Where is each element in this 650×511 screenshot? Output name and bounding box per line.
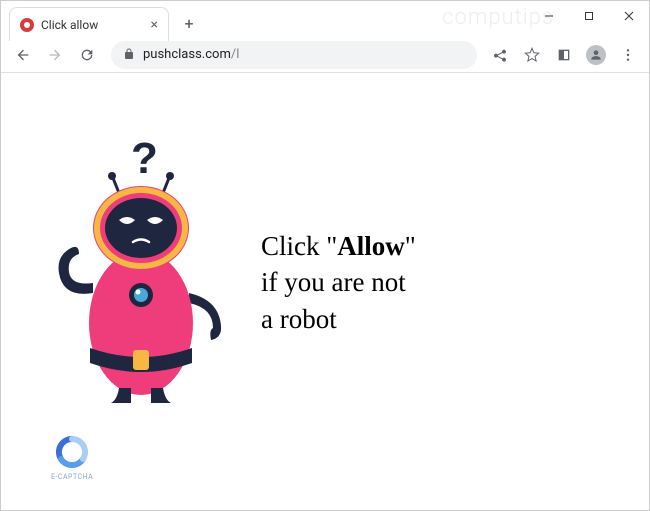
maximize-icon: [584, 11, 594, 21]
reload-button[interactable]: [73, 41, 101, 69]
url-text: pushclass.com/l: [143, 47, 465, 62]
close-button[interactable]: [609, 1, 649, 31]
bookmark-button[interactable]: [519, 42, 545, 68]
watermark-text: computips: [442, 5, 554, 30]
captcha-label: E-CAPTCHA: [51, 473, 93, 481]
window-titlebar: computips Click allow × +: [1, 1, 649, 37]
url-path: /l: [231, 47, 240, 62]
star-icon: [524, 47, 540, 63]
url-host: pushclass.com: [143, 47, 231, 62]
arrow-right-icon: [47, 47, 63, 63]
tab-favicon: [20, 18, 34, 32]
avatar-icon: [586, 45, 606, 65]
address-bar[interactable]: pushclass.com/l: [111, 41, 477, 69]
back-button[interactable]: [9, 41, 37, 69]
close-icon[interactable]: ×: [151, 18, 158, 32]
lock-icon: [123, 45, 135, 64]
close-icon: [624, 11, 634, 21]
svg-text:?: ?: [131, 138, 158, 183]
allow-keyword: Allow: [337, 231, 405, 261]
forward-button[interactable]: [41, 41, 69, 69]
share-button[interactable]: [487, 42, 513, 68]
page-content: ?: [1, 73, 649, 510]
captcha-badge: E-CAPTCHA: [51, 435, 93, 481]
reload-icon: [79, 47, 95, 63]
new-tab-button[interactable]: +: [175, 9, 203, 37]
tab-title: Click allow: [41, 18, 144, 32]
message-line-1: Click "Allow": [261, 228, 416, 264]
share-icon: [492, 47, 508, 63]
message-line-2: if you are not: [261, 264, 416, 300]
toolbar-right: [487, 42, 641, 68]
profile-button[interactable]: [583, 42, 609, 68]
browser-tab[interactable]: Click allow ×: [9, 7, 169, 41]
extensions-button[interactable]: [551, 42, 577, 68]
captcha-icon: [55, 435, 89, 469]
browser-toolbar: pushclass.com/l: [1, 37, 649, 73]
instruction-message: Click "Allow" if you are not a robot: [261, 228, 416, 337]
robot-illustration: ?: [41, 138, 236, 408]
kebab-icon: [620, 47, 636, 63]
extensions-icon: [556, 47, 572, 63]
message-line-3: a robot: [261, 301, 416, 337]
arrow-left-icon: [15, 47, 31, 63]
menu-button[interactable]: [615, 42, 641, 68]
maximize-button[interactable]: [569, 1, 609, 31]
